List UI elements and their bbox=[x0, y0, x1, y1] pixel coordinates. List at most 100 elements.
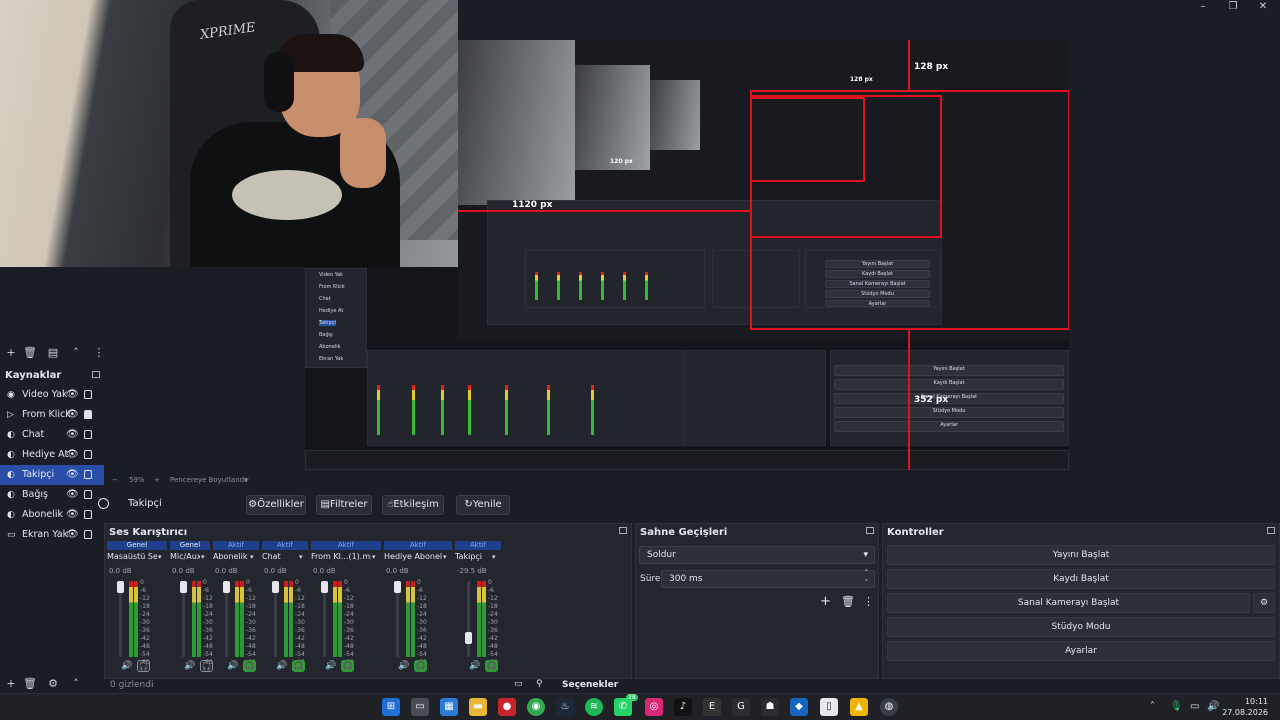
headphones-icon[interactable]: 🎧 bbox=[200, 660, 213, 672]
epic-icon[interactable]: E bbox=[703, 698, 721, 716]
folder-icon[interactable]: ▬ bbox=[469, 698, 487, 716]
headphones-icon[interactable]: 🎧 bbox=[485, 660, 498, 672]
app-yellow-icon[interactable]: ▲ bbox=[850, 698, 868, 716]
headphones-icon[interactable]: 🎧 bbox=[414, 660, 427, 672]
headphones-icon[interactable]: 🎧 bbox=[341, 660, 354, 672]
gear-icon[interactable]: ⚙ bbox=[46, 676, 60, 692]
fader-handle[interactable] bbox=[272, 581, 279, 593]
obs-icon[interactable]: ◍ bbox=[880, 698, 898, 716]
chevron-down-icon[interactable]: ▾ bbox=[443, 553, 447, 561]
chevron-down-icon[interactable]: ▾ bbox=[299, 553, 303, 561]
fader-handle[interactable] bbox=[465, 632, 472, 645]
speaker-icon[interactable]: 🔊 bbox=[469, 661, 480, 671]
fader-handle[interactable] bbox=[223, 581, 230, 593]
alien-icon[interactable]: ☗ bbox=[761, 698, 779, 716]
chevron-down-icon[interactable]: ▾ bbox=[492, 553, 496, 561]
eye-icon[interactable]: 👁 bbox=[66, 425, 79, 445]
more-icon[interactable]: ⋮ bbox=[863, 595, 874, 608]
chevron-down-icon[interactable]: ▾ bbox=[250, 553, 254, 561]
steam-icon[interactable]: ♨ bbox=[556, 698, 574, 716]
trash-icon[interactable]: 🗑 bbox=[23, 345, 37, 361]
chevron-up-icon[interactable]: ˄ bbox=[69, 345, 83, 361]
undock-icon[interactable] bbox=[92, 371, 100, 378]
unlock-icon[interactable] bbox=[84, 470, 92, 479]
spotify-icon[interactable]: ≋ bbox=[585, 698, 603, 716]
add-icon[interactable]: + bbox=[820, 594, 831, 609]
headphones-icon[interactable]: 🎧 bbox=[137, 660, 150, 672]
stepper-icon[interactable]: ˄ ˅ bbox=[865, 568, 869, 588]
notepad-icon[interactable]: ▯ bbox=[820, 698, 838, 716]
minimize-button[interactable]: – bbox=[1196, 1, 1210, 13]
trash-icon[interactable]: 🗑 bbox=[23, 676, 37, 692]
chevron-up-icon[interactable]: ˄ bbox=[69, 676, 83, 692]
add-icon[interactable]: + bbox=[4, 345, 18, 361]
chevron-down-icon[interactable]: ▾ bbox=[244, 476, 248, 484]
tiktok-icon[interactable]: ♪ bbox=[674, 698, 692, 716]
task-view-icon[interactable]: ▭ bbox=[411, 698, 429, 716]
filters-button[interactable]: ▤Filtreler bbox=[316, 495, 372, 515]
store-icon[interactable]: ▦ bbox=[440, 698, 458, 716]
studio-mode-button[interactable]: Stüdyo Modu bbox=[887, 617, 1275, 637]
clock[interactable]: 10:11 27.08.2026 bbox=[1222, 696, 1268, 718]
monitor-icon[interactable]: ▭ bbox=[514, 679, 523, 689]
app-blue-icon[interactable]: ◆ bbox=[790, 698, 808, 716]
settings-button[interactable]: Ayarlar bbox=[887, 641, 1275, 661]
undock-icon[interactable] bbox=[619, 527, 627, 534]
instagram-icon[interactable]: ◎ bbox=[645, 698, 663, 716]
speaker-icon[interactable]: 🔊 bbox=[227, 661, 238, 671]
chevron-down-icon[interactable]: ▾ bbox=[372, 553, 376, 561]
headphones-icon[interactable]: 🎧 bbox=[243, 660, 256, 672]
fader-handle[interactable] bbox=[117, 581, 124, 593]
headphones-icon[interactable]: 🎧 bbox=[292, 660, 305, 672]
unlock-icon[interactable] bbox=[84, 510, 92, 519]
undock-icon[interactable] bbox=[866, 527, 874, 534]
options-button[interactable]: Seçenekler bbox=[562, 680, 618, 690]
source-item[interactable]: ◐ Bağış 👁 bbox=[0, 485, 104, 505]
chevron-down-icon[interactable]: ▾ bbox=[201, 553, 205, 561]
unlock-icon[interactable] bbox=[84, 450, 92, 459]
volume-icon[interactable]: 🔊 bbox=[1207, 701, 1219, 712]
start-stream-button[interactable]: Yayını Başlat bbox=[887, 545, 1275, 565]
filter-icon[interactable]: ▤ bbox=[46, 345, 60, 361]
plus-icon[interactable]: + bbox=[154, 476, 160, 484]
source-item[interactable]: ◉ Video Yak 👁 bbox=[0, 385, 104, 405]
transition-select[interactable]: Soldur ▾ bbox=[639, 546, 875, 564]
properties-button[interactable]: ⚙Özellikler bbox=[246, 495, 306, 515]
virtual-cam-button[interactable]: Sanal Kamerayı Başlat bbox=[887, 593, 1250, 613]
eye-icon[interactable]: 👁 bbox=[66, 525, 79, 545]
source-item[interactable]: ◐ Hediye At 👁 bbox=[0, 445, 104, 465]
lock-icon[interactable] bbox=[84, 410, 92, 419]
volume-fader[interactable] bbox=[467, 581, 470, 657]
duration-field[interactable]: 300 ms ˄ ˅ bbox=[661, 568, 875, 588]
chevron-up-icon[interactable]: ˄ bbox=[1150, 701, 1155, 712]
trash-icon[interactable]: 🗑 bbox=[841, 595, 855, 608]
source-item[interactable]: ◐ Chat 👁 bbox=[0, 425, 104, 445]
source-item-selected[interactable]: ◐ Takipçi 👁 bbox=[0, 465, 104, 485]
refresh-button[interactable]: ↻Yenile bbox=[456, 495, 510, 515]
source-item[interactable]: ▷ From Klick 👁 bbox=[0, 405, 104, 425]
close-button[interactable]: ✕ bbox=[1256, 1, 1270, 13]
resize-mode[interactable]: Pencereye Boyutlandır bbox=[170, 476, 249, 484]
unlock-icon[interactable] bbox=[84, 530, 92, 539]
maximize-button[interactable]: ❐ bbox=[1226, 1, 1240, 13]
speaker-icon[interactable]: 🔊 bbox=[276, 661, 287, 671]
source-item[interactable]: ▭ Ekran Yak 👁 bbox=[0, 525, 104, 545]
speaker-icon[interactable]: 🔊 bbox=[121, 661, 132, 671]
chevron-down-icon[interactable]: ▾ bbox=[158, 553, 162, 561]
start-record-button[interactable]: Kaydı Başlat bbox=[887, 569, 1275, 589]
chrome-icon[interactable]: ◉ bbox=[527, 698, 545, 716]
microphone-icon[interactable]: 🎙 bbox=[1170, 701, 1183, 712]
unlock-icon[interactable] bbox=[84, 390, 92, 399]
more-icon[interactable]: ⋮ bbox=[92, 345, 106, 361]
eye-icon[interactable]: 👁 bbox=[66, 485, 79, 505]
minus-icon[interactable]: − bbox=[112, 476, 118, 484]
add-icon[interactable]: + bbox=[4, 676, 18, 692]
fader-handle[interactable] bbox=[321, 581, 328, 593]
interact-button[interactable]: ☝Etkileşim bbox=[382, 495, 444, 515]
undock-icon[interactable] bbox=[1267, 527, 1275, 534]
app-g-icon[interactable]: G bbox=[732, 698, 750, 716]
eye-icon[interactable]: 👁 bbox=[66, 405, 79, 425]
fader-handle[interactable] bbox=[394, 581, 401, 593]
link-icon[interactable]: ⚲ bbox=[536, 679, 543, 689]
fader-handle[interactable] bbox=[180, 581, 187, 593]
